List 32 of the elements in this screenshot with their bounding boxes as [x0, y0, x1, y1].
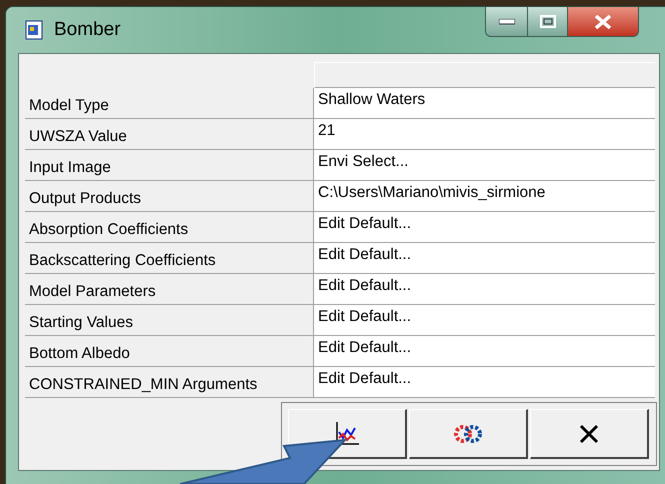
property-value[interactable]: C:\Users\Mariano\mivis_sirmione	[314, 181, 655, 212]
property-label: Model Parameters	[25, 274, 314, 305]
property-value[interactable]: 21	[314, 119, 655, 150]
property-label: Backscattering Coefficients	[25, 243, 314, 274]
property-value[interactable]: Edit Default...	[314, 274, 655, 305]
chart-icon	[334, 422, 360, 446]
close-icon	[579, 424, 599, 444]
property-value[interactable]: Edit Default...	[314, 367, 655, 398]
property-label: Input Image	[25, 150, 314, 181]
process-button[interactable]	[409, 409, 528, 459]
property-label: Model Type	[25, 88, 314, 119]
property-value[interactable]: Envi Select...	[314, 150, 655, 181]
property-label: Starting Values	[25, 305, 314, 336]
app-icon	[24, 20, 44, 40]
minimize-icon	[498, 18, 514, 24]
close-button[interactable]	[568, 7, 638, 36]
property-value[interactable]: Edit Default...	[314, 336, 655, 367]
property-value[interactable]: Edit Default...	[314, 243, 655, 274]
property-value[interactable]: Edit Default...	[314, 305, 655, 336]
property-label: CONSTRAINED_MIN Arguments	[25, 367, 314, 398]
property-value[interactable]: Shallow Waters	[314, 88, 655, 119]
maximize-button[interactable]	[528, 7, 568, 36]
property-label: Absorption Coefficients	[25, 212, 314, 243]
property-label: Bottom Albedo	[25, 336, 314, 367]
window-title: Bomber	[54, 18, 121, 42]
cancel-button[interactable]	[530, 409, 649, 459]
property-value[interactable]: Edit Default...	[314, 212, 655, 243]
maximize-icon	[540, 15, 556, 28]
property-label: Output Products	[25, 181, 314, 212]
close-icon	[594, 14, 612, 28]
property-label: UWSZA Value	[25, 119, 314, 150]
minimize-button[interactable]	[486, 7, 528, 36]
